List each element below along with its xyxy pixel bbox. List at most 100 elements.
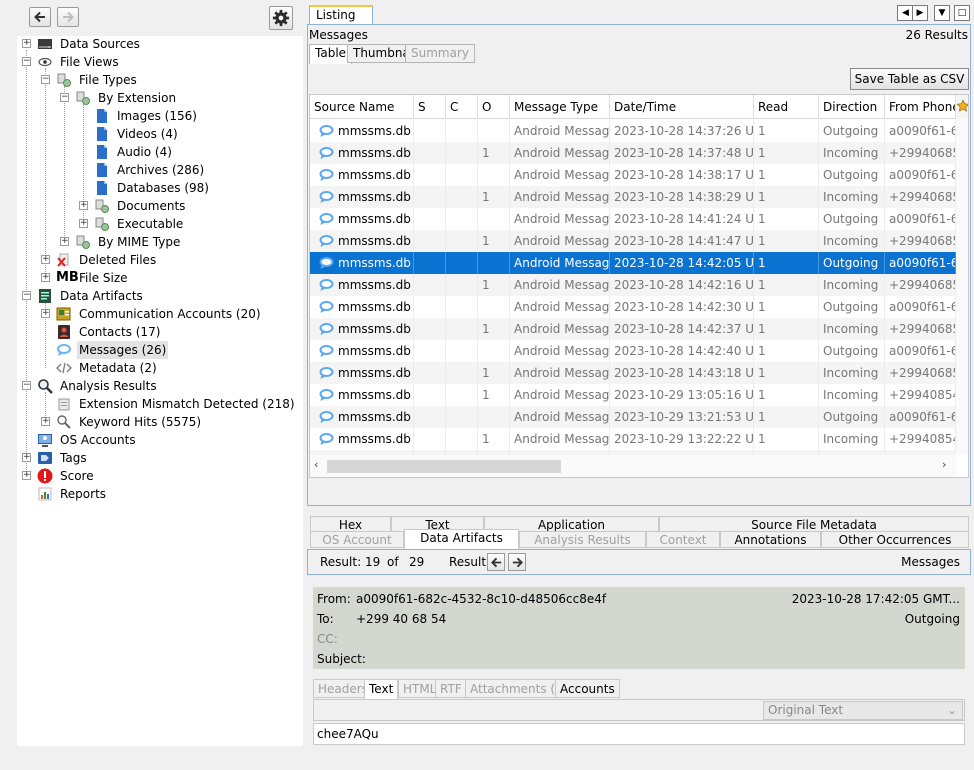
table-header: Source Name S C O Message Type Date/Time… — [310, 95, 968, 119]
tab-scroll-right-button[interactable]: ▶ — [912, 5, 928, 21]
table-row[interactable]: mmssms.db Android Message 2023-10-29 13:21… — [310, 406, 956, 428]
tree-item-data-artifacts[interactable]: − Data Artifacts — [17, 287, 297, 305]
tab-summary[interactable]: Summary — [405, 44, 475, 63]
scroll-right-icon[interactable]: › — [942, 458, 946, 471]
column-header-source-name[interactable]: Source Name — [310, 95, 414, 119]
source-name: mmssms.db — [338, 190, 411, 204]
column-header-o[interactable]: O — [478, 95, 510, 119]
tab-text-body[interactable]: Text — [364, 679, 399, 699]
expand-icon[interactable]: + — [22, 39, 31, 48]
tree-item-analysis-results[interactable]: − Analysis Results — [17, 377, 297, 395]
back-button[interactable] — [29, 7, 51, 27]
tab-other-occurrences[interactable]: Other Occurrences — [821, 531, 969, 548]
tree-item-databases[interactable]: Databases (98) — [17, 179, 297, 197]
table-row[interactable]: mmssms.db 1 Android Message 2023-10-29 13:2… — [310, 428, 956, 450]
column-header-c[interactable]: C — [446, 95, 478, 119]
tab-listing[interactable]: Listing — [309, 5, 373, 24]
expand-icon[interactable]: + — [22, 453, 31, 462]
expand-icon[interactable]: + — [41, 255, 50, 264]
collapse-icon[interactable]: − — [60, 93, 69, 102]
table-row[interactable]: mmssms.db 1 Android Message 2023-10-28 14:4… — [310, 318, 956, 340]
tree-item-by-mime-type[interactable]: + By MIME Type — [17, 233, 297, 251]
tree-item-videos[interactable]: Videos (4) — [17, 125, 297, 143]
tree-item-messages[interactable]: Messages (26) — [17, 341, 297, 359]
column-header-datetime[interactable]: Date/Time — [610, 95, 754, 119]
text-format-select[interactable]: Original Text ⌄ — [763, 701, 963, 720]
table-row[interactable]: mmssms.db 1 Android Message 2023-10-28 14:4… — [310, 274, 956, 296]
expand-icon[interactable]: + — [41, 309, 50, 318]
tree-item-score[interactable]: + Score — [17, 467, 297, 485]
expand-icon[interactable]: + — [41, 417, 50, 426]
tree-item-communication-accounts[interactable]: + Communication Accounts (20) — [17, 305, 297, 323]
tree-item-reports[interactable]: Reports — [17, 485, 297, 503]
expand-icon[interactable]: + — [41, 273, 50, 282]
expand-icon[interactable]: + — [79, 201, 88, 210]
tree-item-by-extension[interactable]: − By Extension — [17, 89, 297, 107]
tab-context[interactable]: Context — [646, 531, 720, 548]
tree-item-contacts[interactable]: Contacts (17) — [17, 323, 297, 341]
horizontal-scrollbar[interactable]: ‹ › — [310, 455, 956, 477]
expand-icon[interactable]: + — [22, 471, 31, 480]
tree-item-os-accounts[interactable]: OS Accounts — [17, 431, 297, 449]
scroll-left-icon[interactable]: ‹ — [314, 458, 318, 471]
table-row[interactable]: mmssms.db Android Message 2023-10-28 14:42… — [310, 340, 956, 362]
settings-button[interactable] — [269, 6, 293, 30]
table-row[interactable]: mmssms.db 1 Android Message 2023-10-29 13:0… — [310, 384, 956, 406]
save-table-csv-button[interactable]: Save Table as CSV — [850, 68, 969, 90]
tab-table[interactable]: Table — [309, 44, 353, 64]
tree-item-deleted-files[interactable]: + Deleted Files — [17, 251, 297, 269]
tab-accounts[interactable]: Accounts — [555, 679, 620, 698]
horizontal-scroll-thumb[interactable] — [327, 460, 561, 473]
forward-button[interactable] — [57, 7, 79, 27]
expand-icon[interactable]: + — [60, 237, 69, 246]
table-row[interactable]: mmssms.db 1 Android Message 2023-10-28 14:4… — [310, 362, 956, 384]
tab-annotations[interactable]: Annotations — [720, 531, 821, 548]
table-row[interactable]: mmssms.db 1 Android Message 2023-10-28 14:3… — [310, 142, 956, 164]
tab-analysis-results[interactable]: Analysis Results — [519, 531, 646, 548]
table-row[interactable]: mmssms.db 1 Android Message 2023-10-28 14:3… — [310, 186, 956, 208]
table-row[interactable]: mmssms.db Android Message 2023-10-28 14:38… — [310, 164, 956, 186]
tree-item-file-types[interactable]: − File Types — [17, 71, 297, 89]
column-header-s[interactable]: S — [414, 95, 446, 119]
maximize-button[interactable]: □ — [954, 5, 970, 21]
collapse-icon[interactable]: − — [22, 57, 31, 66]
column-header-direction[interactable]: Direction — [819, 95, 885, 119]
tree-item-extension-mismatch[interactable]: Extension Mismatch Detected (218) — [17, 395, 297, 413]
table-row[interactable]: mmssms.db Android Message 2023-10-28 14:42… — [310, 252, 956, 274]
column-chooser-button[interactable] — [956, 95, 968, 119]
tree-item-images[interactable]: Images (156) — [17, 107, 297, 125]
tab-data-artifacts[interactable]: Data Artifacts — [404, 529, 519, 549]
collapse-icon[interactable]: − — [22, 291, 31, 300]
tab-scroll-left-button[interactable]: ◀ — [897, 5, 913, 21]
tree-item-documents[interactable]: + Documents — [17, 197, 297, 215]
tab-list-button[interactable]: ▼ — [934, 5, 950, 21]
table-row[interactable]: mmssms.db Android Message 2023-10-28 14:41… — [310, 208, 956, 230]
tree-item-file-views[interactable]: − File Views — [17, 53, 297, 71]
collapse-icon[interactable]: − — [41, 75, 50, 84]
expand-icon[interactable]: + — [79, 219, 88, 228]
next-result-button[interactable] — [508, 553, 526, 571]
tree-item-file-size[interactable]: + MB File Size — [17, 269, 297, 287]
column-header-message-type[interactable]: Message Type — [510, 95, 610, 119]
tree-item-tags[interactable]: + Tags — [17, 449, 297, 467]
text-toolbar: Original Text ⌄ — [313, 699, 965, 721]
cell-type: Android Message — [510, 384, 610, 406]
tree-item-data-sources[interactable]: + Data Sources — [17, 35, 297, 53]
tree-label: Contacts (17) — [79, 325, 161, 339]
tree-item-keyword-hits[interactable]: + Keyword Hits (5575) — [17, 413, 297, 431]
previous-result-button[interactable] — [487, 553, 505, 571]
tree-item-archives[interactable]: Archives (286) — [17, 161, 297, 179]
tree-item-audio[interactable]: Audio (4) — [17, 143, 297, 161]
vertical-scrollbar[interactable] — [956, 119, 968, 455]
cell-from: +299406854 — [885, 230, 956, 252]
table-row[interactable]: mmssms.db 1 Android Message 2023-10-28 14:4… — [310, 230, 956, 252]
collapse-icon[interactable]: − — [22, 381, 31, 390]
tab-rtf[interactable]: RTF — [435, 679, 467, 698]
tree-item-metadata[interactable]: Metadata (2) — [17, 359, 297, 377]
table-row[interactable]: mmssms.db Android Message 2023-10-28 14:42… — [310, 296, 956, 318]
tree-item-executable[interactable]: + Executable — [17, 215, 297, 233]
tab-os-account[interactable]: OS Account — [310, 531, 404, 548]
table-row[interactable]: mmssms.db Android Message 2023-10-28 14:37… — [310, 120, 956, 142]
column-header-from-phone[interactable]: From Phone N — [885, 95, 956, 119]
column-header-read[interactable]: Read — [754, 95, 819, 119]
